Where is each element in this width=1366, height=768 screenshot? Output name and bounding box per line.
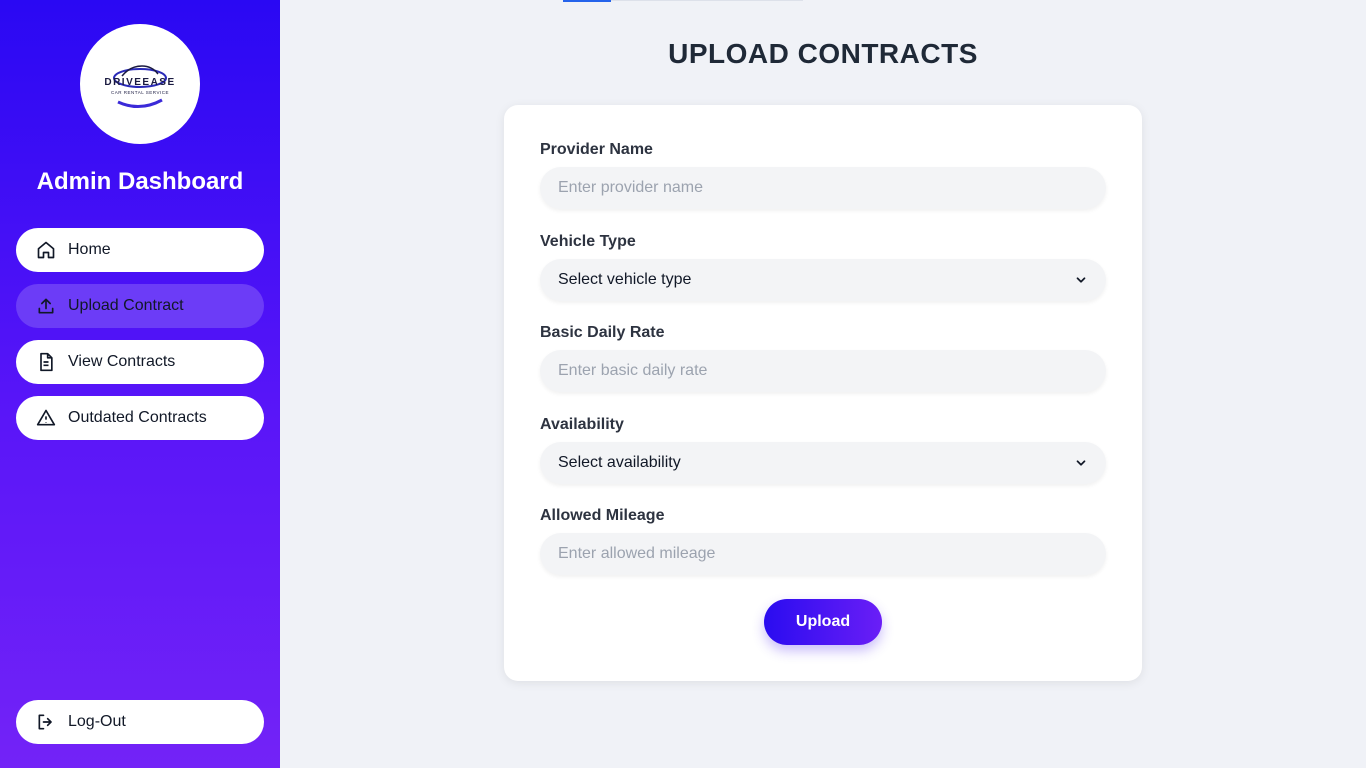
- sidebar-item-label: Outdated Contracts: [68, 409, 207, 426]
- page-title: UPLOAD CONTRACTS: [668, 38, 978, 69]
- vehicle-type-value: Select vehicle type: [558, 271, 692, 288]
- warning-icon: [36, 408, 56, 428]
- allowed-mileage-label: Allowed Mileage: [540, 507, 665, 524]
- vehicle-type-label: Vehicle Type: [540, 233, 636, 250]
- chevron-down-icon: [1076, 277, 1086, 283]
- logo: DRIVEEASE CAR RENTAL SERVICE: [80, 24, 200, 144]
- sidebar: DRIVEEASE CAR RENTAL SERVICE Admin Dashb…: [0, 0, 280, 768]
- sidebar-item-home[interactable]: Home: [16, 228, 264, 272]
- document-icon: [36, 352, 56, 372]
- logo-brand: DRIVEEASE: [104, 77, 176, 88]
- upload-icon: [36, 296, 56, 316]
- logout-icon: [36, 712, 56, 732]
- sidebar-item-view-contracts[interactable]: View Contracts: [16, 340, 264, 384]
- sidebar-item-outdated-contracts[interactable]: Outdated Contracts: [16, 396, 264, 440]
- provider-name-label: Provider Name: [540, 141, 653, 158]
- sidebar-item-upload-contract[interactable]: Upload Contract: [16, 284, 264, 328]
- vehicle-type-select[interactable]: Select vehicle type: [540, 259, 1106, 301]
- provider-name-input[interactable]: [540, 167, 1106, 209]
- sidebar-item-label: View Contracts: [68, 353, 176, 370]
- chevron-down-icon: [1076, 460, 1086, 466]
- logout-label: Log-Out: [68, 713, 126, 730]
- availability-label: Availability: [540, 416, 624, 433]
- logout-button[interactable]: Log-Out: [16, 700, 264, 744]
- availability-value: Select availability: [558, 454, 681, 471]
- logo-tagline: CAR RENTAL SERVICE: [111, 90, 169, 95]
- availability-select[interactable]: Select availability: [540, 442, 1106, 484]
- sidebar-title: Admin Dashboard: [36, 168, 244, 195]
- basic-daily-rate-input[interactable]: [540, 350, 1106, 392]
- home-icon: [36, 240, 56, 260]
- upload-contract-form: Provider Name Vehicle Type Select vehicl…: [504, 105, 1142, 681]
- sidebar-item-label: Home: [68, 241, 111, 258]
- allowed-mileage-input[interactable]: [540, 533, 1106, 575]
- top-tab-indicator: [563, 0, 611, 2]
- sidebar-item-label: Upload Contract: [68, 297, 184, 314]
- basic-daily-rate-label: Basic Daily Rate: [540, 324, 665, 341]
- upload-button[interactable]: Upload: [764, 599, 882, 645]
